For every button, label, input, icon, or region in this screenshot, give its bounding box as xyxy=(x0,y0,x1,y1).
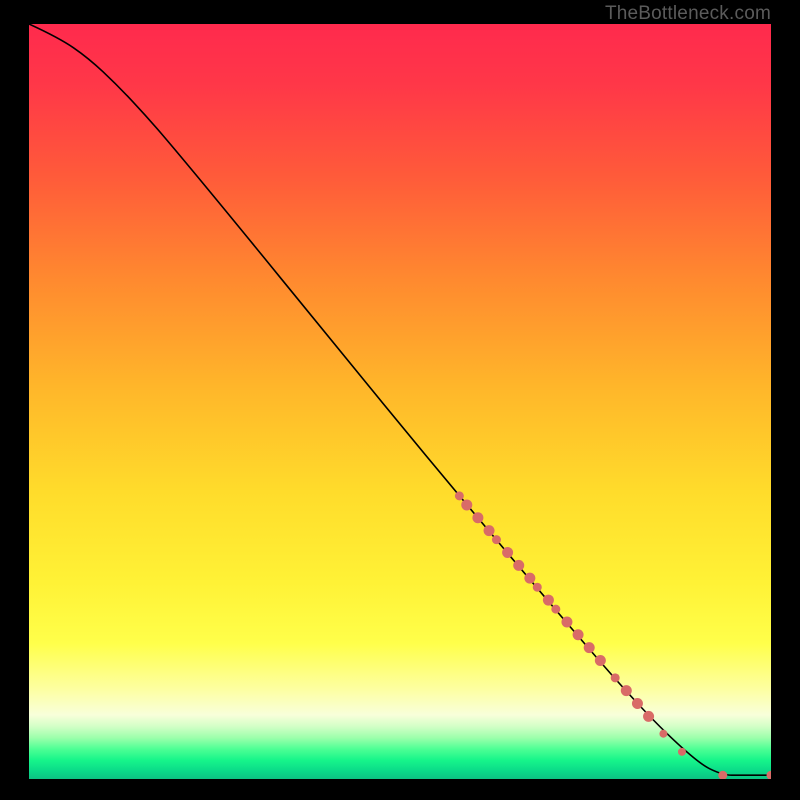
data-point xyxy=(678,748,686,756)
data-point xyxy=(584,642,595,653)
attribution-label: TheBottleneck.com xyxy=(605,3,771,25)
data-point xyxy=(718,771,727,779)
data-point xyxy=(611,673,620,682)
data-point xyxy=(595,655,606,666)
data-point xyxy=(533,583,542,592)
data-point xyxy=(573,629,584,640)
data-markers xyxy=(29,24,771,779)
data-point xyxy=(543,595,554,606)
data-point xyxy=(455,491,464,500)
data-point xyxy=(513,560,524,571)
chart-stage: TheBottleneck.com xyxy=(0,0,800,800)
plot-area xyxy=(29,24,771,779)
data-point xyxy=(524,573,535,584)
data-point xyxy=(659,730,667,738)
data-point xyxy=(551,605,560,614)
data-point xyxy=(621,685,632,696)
data-point xyxy=(472,512,483,523)
data-point xyxy=(643,711,654,722)
data-point xyxy=(484,525,495,536)
data-point xyxy=(767,771,772,779)
data-point xyxy=(492,535,501,544)
data-point xyxy=(632,698,643,709)
data-point xyxy=(502,547,513,558)
data-point xyxy=(561,616,572,627)
data-point xyxy=(461,499,472,510)
